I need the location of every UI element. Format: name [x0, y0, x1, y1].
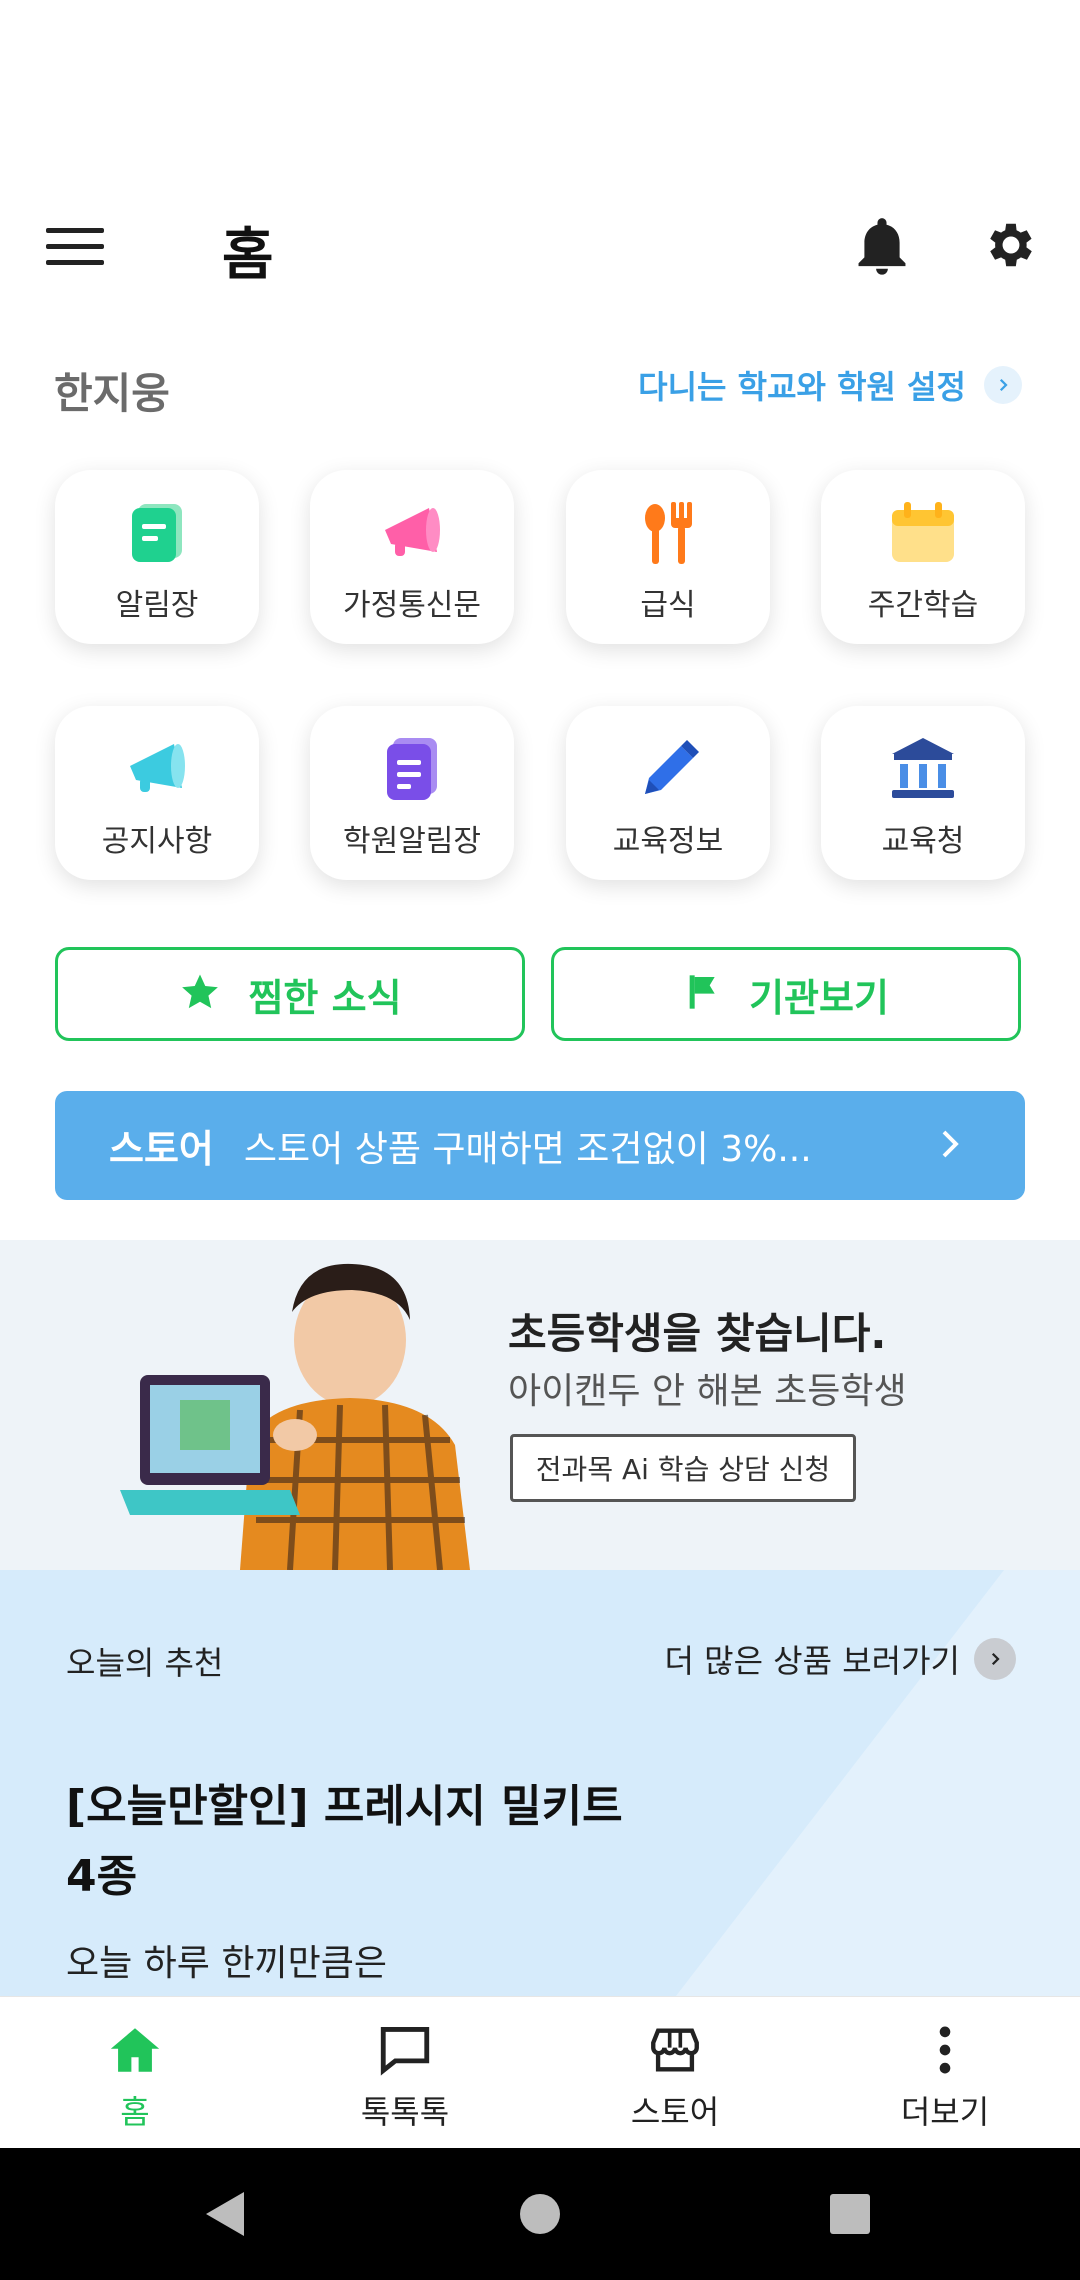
tile-weekly-study[interactable]: 주간학습 [821, 470, 1025, 644]
store-tag: 스토어 [109, 1127, 214, 1171]
nav-label: 스토어 [630, 2093, 720, 2131]
note-icon [122, 500, 192, 566]
user-name: 한지웅 [54, 369, 170, 418]
megaphone-pink-icon [377, 500, 447, 566]
tile-home-letter[interactable]: 가정통신문 [310, 470, 514, 644]
gear-icon[interactable] [982, 216, 1046, 280]
store-icon [645, 2021, 705, 2079]
calendar-icon [888, 500, 958, 566]
tile-label: 주간학습 [867, 588, 979, 623]
tile-label: 가정통신문 [343, 588, 481, 623]
tile-education-info[interactable]: 교육정보 [566, 706, 770, 880]
fork-spoon-icon [633, 500, 703, 566]
nav-label: 홈 [120, 2093, 150, 2131]
chevron-right-icon [984, 366, 1022, 404]
megaphone-cyan-icon [122, 736, 192, 802]
tile-announcements[interactable]: 공지사항 [55, 706, 259, 880]
tile-meals[interactable]: 급식 [566, 470, 770, 644]
more-products-link[interactable]: 더 많은 상품 보러가기 [665, 1636, 1016, 1682]
institutions-label: 기관보기 [749, 975, 889, 1020]
ad-consult-button[interactable]: 전과목 Ai 학습 상담 신청 [510, 1434, 856, 1502]
bottom-navigation: 홈 톡톡톡 스토어 더보기 [0, 1996, 1080, 2149]
bookmarks-label: 찜한 소식 [248, 975, 402, 1020]
store-banner[interactable]: 스토어 스토어 상품 구매하면 조건없이 3%... [55, 1091, 1025, 1200]
nav-label: 더보기 [900, 2093, 990, 2131]
bookmarks-button[interactable]: 찜한 소식 [55, 947, 525, 1041]
page-title: 홈 [222, 223, 274, 288]
ad-title: 초등학생을 찾습니다. [508, 1309, 887, 1358]
store-message: 스토어 상품 구매하면 조건없이 3%... [243, 1128, 812, 1170]
institutions-button[interactable]: 기관보기 [551, 947, 1021, 1041]
chevron-right-icon [974, 1638, 1016, 1680]
back-icon[interactable] [206, 2192, 244, 2236]
chevron-right-icon [939, 1129, 961, 1163]
menu-icon[interactable] [46, 226, 104, 266]
institution-icon [888, 736, 958, 802]
recommendation-title: [오늘만할인] 프레시지 밀키트 4종 [66, 1781, 623, 1902]
tile-notice-board[interactable]: 알림장 [55, 470, 259, 644]
star-icon [178, 971, 222, 1017]
nav-label: 톡톡톡 [360, 2093, 450, 2131]
tile-label: 교육정보 [612, 824, 724, 859]
nav-store[interactable]: 스토어 [540, 1997, 810, 2149]
tile-label: 급식 [640, 588, 696, 623]
recommendation-label: 오늘의 추천 [66, 1644, 224, 1682]
school-settings-label: 다니는 학교와 학원 설정 [638, 368, 966, 406]
tile-label: 교육청 [881, 824, 965, 859]
nav-home[interactable]: 홈 [0, 1997, 270, 2149]
ad-subtitle: 아이캔두 안 해본 초등학생 [508, 1371, 907, 1412]
nav-more[interactable]: 더보기 [810, 1997, 1080, 2149]
pencil-icon [633, 736, 703, 802]
chat-bubble-icon [375, 2021, 435, 2079]
tile-label: 학원알림장 [343, 824, 481, 859]
recommendation-description: 오늘 하루 한끼만큼은 [66, 1943, 387, 1984]
tile-label: 공지사항 [101, 824, 213, 859]
more-vertical-icon [915, 2021, 975, 2079]
more-products-label: 더 많은 상품 보러가기 [664, 1642, 960, 1680]
nav-talk[interactable]: 톡톡톡 [270, 1997, 540, 2149]
note-purple-icon [377, 736, 447, 802]
tile-academy-notice[interactable]: 학원알림장 [310, 706, 514, 880]
home-circle-icon[interactable] [520, 2194, 560, 2234]
home-icon [105, 2021, 165, 2079]
tile-education-office[interactable]: 교육청 [821, 706, 1025, 880]
school-settings-link[interactable]: 다니는 학교와 학원 설정 [638, 362, 1022, 408]
system-navigation-bar [0, 2148, 1080, 2280]
recents-icon[interactable] [830, 2194, 870, 2234]
tile-label: 알림장 [115, 588, 199, 623]
bell-icon[interactable] [850, 216, 914, 280]
flag-icon [683, 970, 723, 1018]
